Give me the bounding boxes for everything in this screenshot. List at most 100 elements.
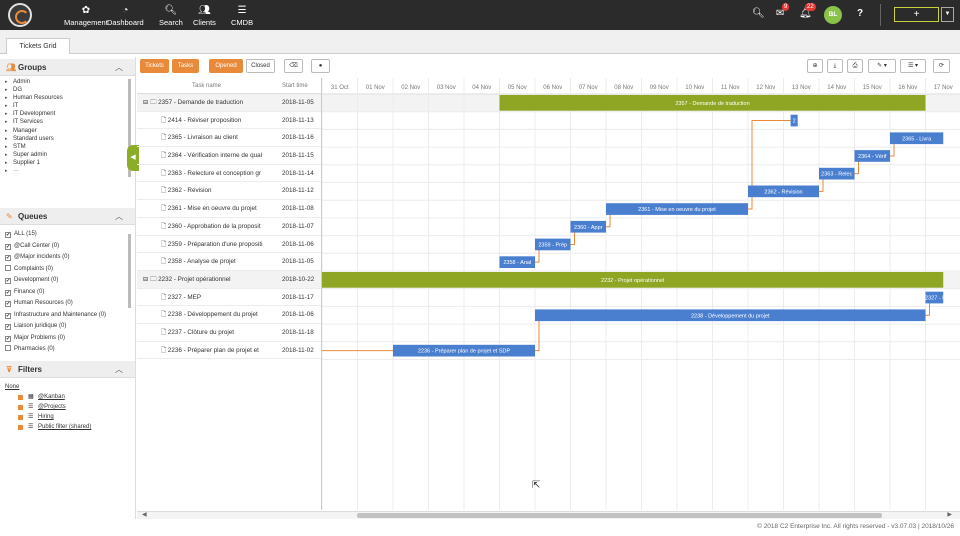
search-icon[interactable]: 🔍︎ — [752, 8, 765, 19]
task-row[interactable]: 🗋 2360 - Approbation de la proposit 2018-… — [137, 218, 321, 236]
closed-filter[interactable]: Closed — [246, 59, 275, 73]
collapse-chevron-icon[interactable]: ︿ — [115, 208, 123, 225]
user-avatar[interactable]: BL — [824, 6, 842, 24]
expand-arrow-icon[interactable]: ▸ — [5, 159, 13, 167]
expand-arrow-icon[interactable]: ▸ — [5, 78, 13, 86]
groups-panel-header[interactable]: 👥︎ Groups ︿ — [0, 59, 135, 76]
task-row[interactable]: 🗋 2365 - Livraison au client 2018-11-16 — [137, 129, 321, 148]
task-row[interactable]: 🗋 2327 - MEP 2018-11-17 — [137, 289, 321, 307]
filter-item[interactable]: ▦ @Kanban — [0, 392, 130, 402]
filter-item[interactable]: ☰ Public filter (shared) — [0, 422, 130, 432]
group-item[interactable]: ▸ Admin — [0, 78, 130, 86]
expand-arrow-icon[interactable]: ▸ — [5, 143, 13, 151]
queue-item[interactable]: ✔ Development (0) — [0, 275, 130, 287]
filters-panel-header[interactable]: ⊽ Filters ︿ — [0, 361, 135, 378]
queue-item[interactable]: ✔ Infrastructure and Maintenance (0) — [0, 310, 130, 322]
expand-arrow-icon[interactable]: ▸ — [5, 127, 13, 135]
messages-icon[interactable]: ✉ 9 — [776, 3, 790, 19]
scrollbar-thumb[interactable] — [357, 513, 882, 518]
add-button[interactable]: + — [894, 7, 939, 22]
collapse-chevron-icon[interactable]: ︿ — [115, 59, 123, 76]
expand-arrow-icon[interactable]: ▸ — [5, 151, 13, 159]
columns-icon[interactable]: ☰ ▾ — [900, 59, 926, 73]
queue-checkbox[interactable]: ✔ — [5, 335, 11, 342]
group-item[interactable]: ▸ STM — [0, 143, 130, 151]
download-icon[interactable]: ⤓ — [827, 59, 843, 73]
nav-dashboard[interactable]: ◔ Dashboard — [107, 5, 144, 27]
queues-scrollbar[interactable] — [128, 234, 131, 308]
queue-item[interactable]: ✔ @Call Center (0) — [0, 241, 130, 253]
task-row[interactable]: 🗋 2238 - Développement du projet 2018-11-… — [137, 306, 321, 324]
print-icon[interactable]: ⎙ — [847, 59, 863, 73]
task-group-row[interactable]: ⊟ 🗀 2232 - Projet opérationnel 2018-10-22 — [137, 270, 321, 289]
task-row[interactable]: 🗋 2361 - Mise en oeuvre du projet 2018-11… — [137, 200, 321, 218]
nav-cmdb[interactable]: ☰ CMDB — [231, 5, 253, 27]
queue-item[interactable]: ✔ @Major incidents (0) — [0, 252, 130, 264]
expand-arrow-icon[interactable]: ▸ — [5, 167, 13, 175]
expand-arrow-icon[interactable]: ▸ — [5, 118, 13, 126]
help-icon[interactable]: ? — [857, 8, 863, 19]
group-item[interactable]: ▸ Standard users — [0, 135, 130, 143]
column-header-start-time[interactable]: Start time — [282, 78, 308, 94]
task-row[interactable]: 🗋 2363 - Relecture et conception gr 2018-… — [137, 165, 321, 183]
expand-arrow-icon[interactable]: ▸ — [5, 102, 13, 110]
filter-item[interactable]: ☰ @Projects — [0, 402, 130, 412]
group-item[interactable]: ▸ Manager — [0, 127, 130, 135]
eraser-icon[interactable]: ⌫ — [284, 59, 303, 73]
expand-arrow-icon[interactable]: ▸ — [5, 94, 13, 102]
nav-search[interactable]: 🔍︎ Search — [159, 5, 183, 27]
queue-checkbox[interactable]: ✔ — [5, 312, 11, 319]
horizontal-scrollbar[interactable]: ◀ ▶ — [137, 511, 960, 519]
tickets-toggle[interactable]: Tickets — [140, 59, 169, 73]
task-row[interactable]: 🗋 2359 - Préparation d'une propositi 2018… — [137, 236, 321, 254]
queue-checkbox[interactable]: ✔ — [5, 255, 11, 261]
tab-tickets-grid[interactable]: Tickets Grid — [6, 38, 70, 54]
queue-checkbox[interactable] — [5, 345, 11, 351]
group-item[interactable]: ▸ Supplier 1 — [0, 159, 130, 167]
group-item[interactable]: ▸ ··· — [0, 167, 130, 175]
app-logo[interactable] — [8, 3, 32, 27]
group-item[interactable]: ▸ IT — [0, 102, 130, 110]
collapse-chevron-icon[interactable]: ︿ — [115, 361, 123, 378]
task-row[interactable]: 🗋 2362 - Révision 2018-11-12 — [137, 182, 321, 201]
task-row[interactable]: 🗋 2236 - Préparer plan de projet et 2018-… — [137, 342, 321, 360]
queue-item[interactable]: ✔ Finance (0) — [0, 287, 130, 299]
queue-checkbox[interactable]: ✔ — [5, 243, 11, 250]
queue-checkbox[interactable]: ✔ — [5, 289, 11, 296]
nav-clients[interactable]: 👥︎ Clients — [193, 5, 216, 27]
queue-checkbox[interactable]: ✔ — [5, 324, 11, 330]
queue-item[interactable]: Pharmacies (0) — [0, 344, 130, 356]
queue-item[interactable]: ✔ Liaison juridique (0) — [0, 321, 130, 333]
queue-checkbox[interactable] — [5, 264, 11, 271]
scroll-right-icon[interactable]: ▶ — [947, 511, 952, 518]
refresh-icon[interactable]: ⟳ — [933, 59, 950, 73]
queue-item[interactable]: ✔ Major Problems (0) — [0, 333, 130, 345]
queue-item[interactable]: ✔ Human Resources (0) — [0, 298, 130, 310]
zoom-icon[interactable]: ⊕ — [807, 59, 823, 73]
task-group-row[interactable]: ⊟ 🗀 2357 - Demande de traduction 2018-11-… — [137, 94, 321, 112]
column-header-task-name[interactable]: Task name — [192, 78, 221, 94]
expand-arrow-icon[interactable]: ▸ — [5, 110, 13, 118]
bell-icon[interactable]: 🔔︎ 22 — [799, 3, 816, 19]
task-row[interactable]: 🗋 2414 - Réviser proposition 2018-11-13 — [137, 112, 321, 130]
opened-filter[interactable]: Opened — [209, 59, 243, 73]
group-item[interactable]: ▸ DG — [0, 86, 130, 94]
task-row[interactable]: 🗋 2364 - Vérification interne de qual 201… — [137, 147, 321, 165]
queues-panel-header[interactable]: ✎ Queues ︿ — [0, 208, 135, 225]
filter-none[interactable]: None — [0, 382, 130, 392]
tasks-toggle[interactable]: Tasks — [172, 59, 199, 73]
add-dropdown-button[interactable]: ▼ — [941, 7, 954, 22]
expand-arrow-icon[interactable]: ▸ — [5, 135, 13, 143]
queue-checkbox[interactable]: ✔ — [5, 232, 11, 238]
expand-arrow-icon[interactable]: ▸ — [5, 86, 13, 94]
user-icon[interactable]: ● — [311, 59, 330, 73]
group-item[interactable]: ▸ IT Services — [0, 118, 130, 126]
edit-icon[interactable]: ✎ ▾ — [868, 59, 896, 73]
group-item[interactable]: ▸ Super admin — [0, 151, 130, 159]
queue-item[interactable]: ✔ ALL (15) — [0, 229, 130, 241]
queue-item[interactable]: Complaints (0) — [0, 264, 130, 276]
queue-checkbox[interactable]: ✔ — [5, 278, 11, 284]
filter-item[interactable]: ☰ Hiring — [0, 412, 130, 422]
group-item[interactable]: ▸ Human Resources — [0, 94, 130, 102]
task-row[interactable]: 🗋 2358 - Analyse de projet 2018-11-05 — [137, 253, 321, 271]
